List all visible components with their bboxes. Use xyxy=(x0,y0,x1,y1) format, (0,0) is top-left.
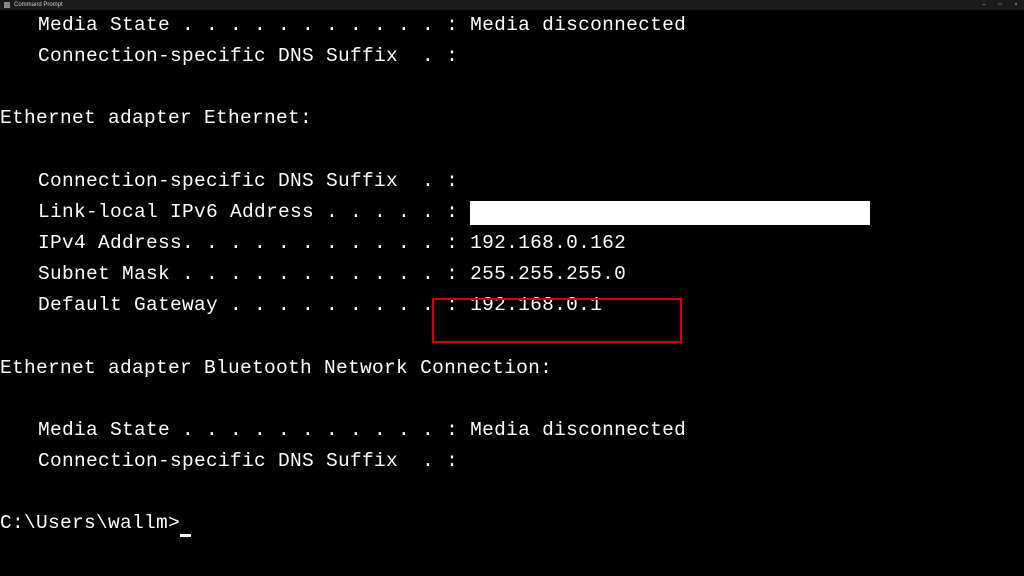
output-line: Default Gateway . . . . . . . . . : 192.… xyxy=(0,290,1024,321)
output-line: Link-local IPv6 Address . . . . . : xyxy=(0,197,1024,228)
dns-suffix-label: Connection-specific DNS Suffix . : xyxy=(38,450,458,472)
maximize-button[interactable]: □ xyxy=(996,2,1004,8)
dns-suffix-label: Connection-specific DNS Suffix . : xyxy=(38,45,458,67)
blank-line xyxy=(0,322,1024,353)
gateway-label: Default Gateway . . . . . . . . . : xyxy=(38,294,458,316)
subnet-label: Subnet Mask . . . . . . . . . . . : xyxy=(38,263,458,285)
window-controls: — □ × xyxy=(980,2,1020,8)
window-titlebar: Command Prompt — □ × xyxy=(0,0,1024,10)
media-state-label: Media State . . . . . . . . . . . : xyxy=(38,419,458,441)
adapter-header: Ethernet adapter Bluetooth Network Conne… xyxy=(0,353,1024,384)
blank-line xyxy=(0,135,1024,166)
cmd-icon xyxy=(4,2,10,8)
output-line: Connection-specific DNS Suffix . : xyxy=(0,166,1024,197)
dns-suffix-label: Connection-specific DNS Suffix . : xyxy=(38,170,458,192)
close-button[interactable]: × xyxy=(1012,2,1020,8)
subnet-value: 255.255.255.0 xyxy=(458,263,626,285)
blank-line xyxy=(0,72,1024,103)
ipv4-value: 192.168.0.162 xyxy=(458,232,626,254)
ipv4-label: IPv4 Address. . . . . . . . . . . : xyxy=(38,232,458,254)
prompt-text: C:\Users\wallm> xyxy=(0,512,180,534)
media-state-value: Media disconnected xyxy=(458,14,686,36)
terminal-output[interactable]: Media State . . . . . . . . . . . : Medi… xyxy=(0,10,1024,539)
titlebar-left: Command Prompt xyxy=(4,2,63,8)
output-line: Media State . . . . . . . . . . . : Medi… xyxy=(0,10,1024,41)
blank-line xyxy=(0,384,1024,415)
prompt-line: C:\Users\wallm> xyxy=(0,508,1024,539)
output-line: Connection-specific DNS Suffix . : xyxy=(0,446,1024,477)
blank-line xyxy=(0,477,1024,508)
cursor-icon xyxy=(180,534,191,537)
minimize-button[interactable]: — xyxy=(980,2,988,8)
redacted-ipv6 xyxy=(470,201,870,225)
media-state-label: Media State . . . . . . . . . . . : xyxy=(38,14,458,36)
output-line: Media State . . . . . . . . . . . : Medi… xyxy=(0,415,1024,446)
media-state-value: Media disconnected xyxy=(458,419,686,441)
output-line: IPv4 Address. . . . . . . . . . . : 192.… xyxy=(0,228,1024,259)
gateway-value: 192.168.0.1 xyxy=(458,294,602,316)
ipv6-label: Link-local IPv6 Address . . . . . : xyxy=(38,201,470,223)
window-title: Command Prompt xyxy=(14,2,63,8)
output-line: Subnet Mask . . . . . . . . . . . : 255.… xyxy=(0,259,1024,290)
adapter-header: Ethernet adapter Ethernet: xyxy=(0,103,1024,134)
output-line: Connection-specific DNS Suffix . : xyxy=(0,41,1024,72)
